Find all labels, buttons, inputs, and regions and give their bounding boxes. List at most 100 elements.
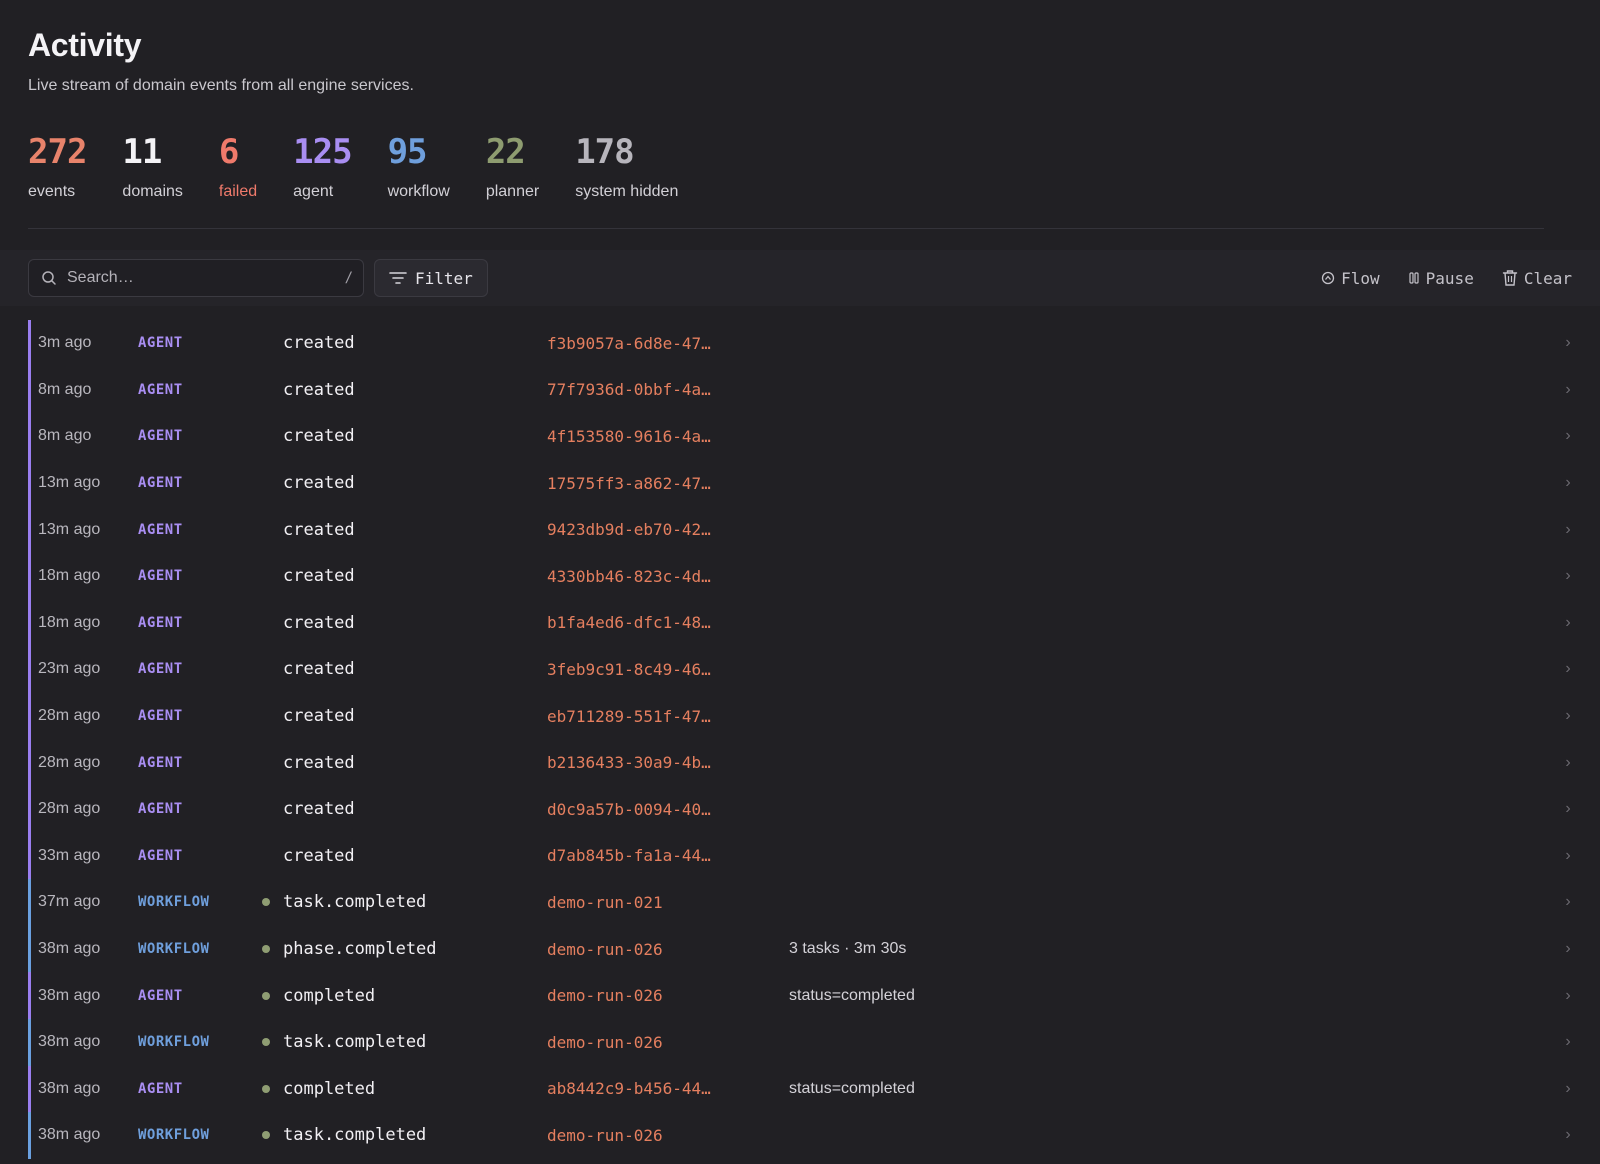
event-type: created [283, 473, 355, 494]
chevron-right-icon[interactable]: › [1558, 707, 1578, 725]
chevron-right-icon[interactable]: › [1558, 800, 1578, 818]
event-ref-link[interactable]: f3b9057a-6d8e-47… [547, 334, 711, 353]
event-row[interactable]: 13m ago AGENT created 17575ff3-a862-47… › [28, 459, 1578, 507]
clear-label: Clear [1523, 268, 1572, 288]
event-row[interactable]: 38m ago AGENT completed ab8442c9-b456-44… st… [28, 1065, 1578, 1113]
event-type: created [283, 426, 355, 447]
filter-button[interactable]: Filter [374, 259, 488, 297]
event-type: completed [283, 1078, 376, 1099]
chevron-right-icon[interactable]: › [1558, 1126, 1578, 1144]
event-row[interactable]: 38m ago AGENT completed demo-run-026 status=… [28, 972, 1578, 1019]
event-ref-link[interactable]: 17575ff3-a862-47… [547, 474, 711, 493]
event-domain-tag: WORKFLOW [138, 941, 210, 958]
chevron-right-icon[interactable]: › [1558, 521, 1578, 539]
flow-label: Flow [1341, 268, 1380, 288]
stat-label: planner [485, 183, 540, 200]
stat-workflow: 95 workflow [388, 132, 450, 202]
event-type: task.completed [283, 1032, 427, 1053]
event-ref-link[interactable]: 4f153580-9616-4a… [547, 427, 711, 446]
chevron-right-icon[interactable]: › [1558, 1033, 1578, 1051]
chevron-right-icon[interactable]: › [1558, 567, 1578, 585]
event-row[interactable]: 28m ago AGENT created b2136433-30a9-4b… › [28, 739, 1578, 786]
event-domain-tag: AGENT [138, 987, 183, 1004]
event-row[interactable]: 28m ago AGENT created eb711289-551f-47… › [28, 692, 1578, 740]
event-ref-link[interactable]: b2136433-30a9-4b… [547, 753, 711, 772]
event-ref-link[interactable]: d0c9a57b-0094-40… [547, 800, 711, 819]
event-ref-link[interactable]: ab8442c9-b456-44… [547, 1079, 711, 1098]
chevron-right-icon[interactable]: › [1558, 660, 1578, 678]
event-row[interactable]: 23m ago AGENT created 3feb9c91-8c49-46… › [28, 646, 1578, 693]
event-type: created [283, 659, 355, 680]
event-ref-link[interactable]: demo-run-021 [547, 893, 663, 912]
chevron-right-icon[interactable]: › [1558, 1080, 1578, 1098]
event-domain-tag: WORKFLOW [138, 894, 210, 911]
event-type: completed [283, 985, 376, 1006]
chevron-right-icon[interactable]: › [1558, 474, 1578, 492]
event-detail: status=completed [789, 986, 915, 1004]
chevron-right-icon[interactable]: › [1558, 381, 1578, 399]
event-row[interactable]: 38m ago WORKFLOW task.completed demo-run-02… [28, 1112, 1578, 1159]
event-row[interactable]: 37m ago WORKFLOW task.completed demo-run-02… [28, 879, 1578, 926]
chevron-right-icon[interactable]: › [1558, 754, 1578, 772]
event-type: created [283, 799, 355, 820]
stat-planner: 22 planner [486, 132, 539, 202]
event-ref-link[interactable]: d7ab845b-fa1a-44… [547, 846, 711, 865]
event-time: 28m ago [38, 707, 101, 725]
chevron-right-icon[interactable]: › [1558, 334, 1578, 352]
chevron-right-icon[interactable]: › [1558, 987, 1578, 1005]
event-time: 13m ago [38, 520, 101, 538]
event-type: created [283, 612, 355, 633]
event-time: 18m ago [38, 567, 101, 585]
event-row[interactable]: 38m ago WORKFLOW task.completed demo-run-02… [28, 1018, 1578, 1066]
search-box[interactable]: / [28, 259, 364, 297]
stat-label: domains [122, 183, 183, 200]
chevron-right-icon[interactable]: › [1558, 893, 1578, 911]
stat-value: 11 [122, 132, 162, 172]
stat-agent: 125 agent [293, 132, 352, 202]
event-ref-link[interactable]: 9423db9d-eb70-42… [547, 520, 711, 539]
event-time: 38m ago [38, 986, 101, 1004]
event-row[interactable]: 33m ago AGENT created d7ab845b-fa1a-44… › [28, 832, 1578, 880]
chevron-right-icon[interactable]: › [1558, 940, 1578, 958]
chevron-right-icon[interactable]: › [1558, 614, 1578, 632]
event-row[interactable]: 18m ago AGENT created b1fa4ed6-dfc1-48… › [28, 599, 1578, 647]
search-input[interactable] [67, 269, 345, 287]
event-row[interactable]: 3m ago AGENT created f3b9057a-6d8e-47… › [28, 320, 1578, 367]
event-time: 13m ago [38, 474, 101, 492]
event-time: 38m ago [38, 1126, 101, 1144]
flow-button[interactable]: Flow [1321, 269, 1380, 288]
pause-button[interactable]: Pause [1408, 269, 1474, 288]
event-ref-link[interactable]: 77f7936d-0bbf-4a… [547, 380, 711, 399]
event-time: 33m ago [38, 846, 101, 864]
stat-system-hidden: 178 system hidden [575, 132, 678, 202]
page-subtitle: Live stream of domain events from all en… [28, 77, 414, 94]
event-ref-link[interactable]: b1fa4ed6-dfc1-48… [547, 613, 711, 632]
event-domain-tag: AGENT [138, 614, 183, 631]
event-row[interactable]: 8m ago AGENT created 4f153580-9616-4a… › [28, 413, 1578, 460]
event-type: created [283, 333, 355, 354]
status-dot-icon [262, 991, 270, 1000]
event-time: 8m ago [38, 427, 92, 445]
stat-events: 272 events [28, 132, 87, 202]
event-row[interactable]: 8m ago AGENT created 77f7936d-0bbf-4a… › [28, 366, 1578, 414]
event-row[interactable]: 38m ago WORKFLOW phase.completed demo-run-0… [28, 925, 1578, 973]
event-ref-link[interactable]: eb711289-551f-47… [547, 707, 711, 726]
stat-value: 125 [293, 132, 352, 172]
event-ref-link[interactable]: demo-run-026 [547, 1033, 663, 1052]
event-domain-tag: AGENT [138, 847, 183, 864]
event-ref-link[interactable]: demo-run-026 [547, 986, 663, 1005]
event-ref-link[interactable]: demo-run-026 [547, 1126, 663, 1145]
event-ref-link[interactable]: 4330bb46-823c-4d… [547, 567, 711, 586]
event-time: 28m ago [38, 753, 101, 771]
event-row[interactable]: 28m ago AGENT created d0c9a57b-0094-40… › [28, 785, 1578, 833]
trash-icon [1502, 270, 1518, 286]
chevron-right-icon[interactable]: › [1558, 427, 1578, 445]
event-row[interactable]: 18m ago AGENT created 4330bb46-823c-4d… › [28, 552, 1578, 600]
event-domain-tag: AGENT [138, 335, 183, 352]
event-ref-link[interactable]: demo-run-026 [547, 940, 663, 959]
event-ref-link[interactable]: 3feb9c91-8c49-46… [547, 660, 711, 679]
clear-button[interactable]: Clear [1502, 269, 1572, 288]
stats-bar: 272 events 11 domains 6 failed 125 agent 95 workf… [28, 132, 1544, 229]
event-row[interactable]: 13m ago AGENT created 9423db9d-eb70-42… › [28, 506, 1578, 553]
chevron-right-icon[interactable]: › [1558, 847, 1578, 865]
